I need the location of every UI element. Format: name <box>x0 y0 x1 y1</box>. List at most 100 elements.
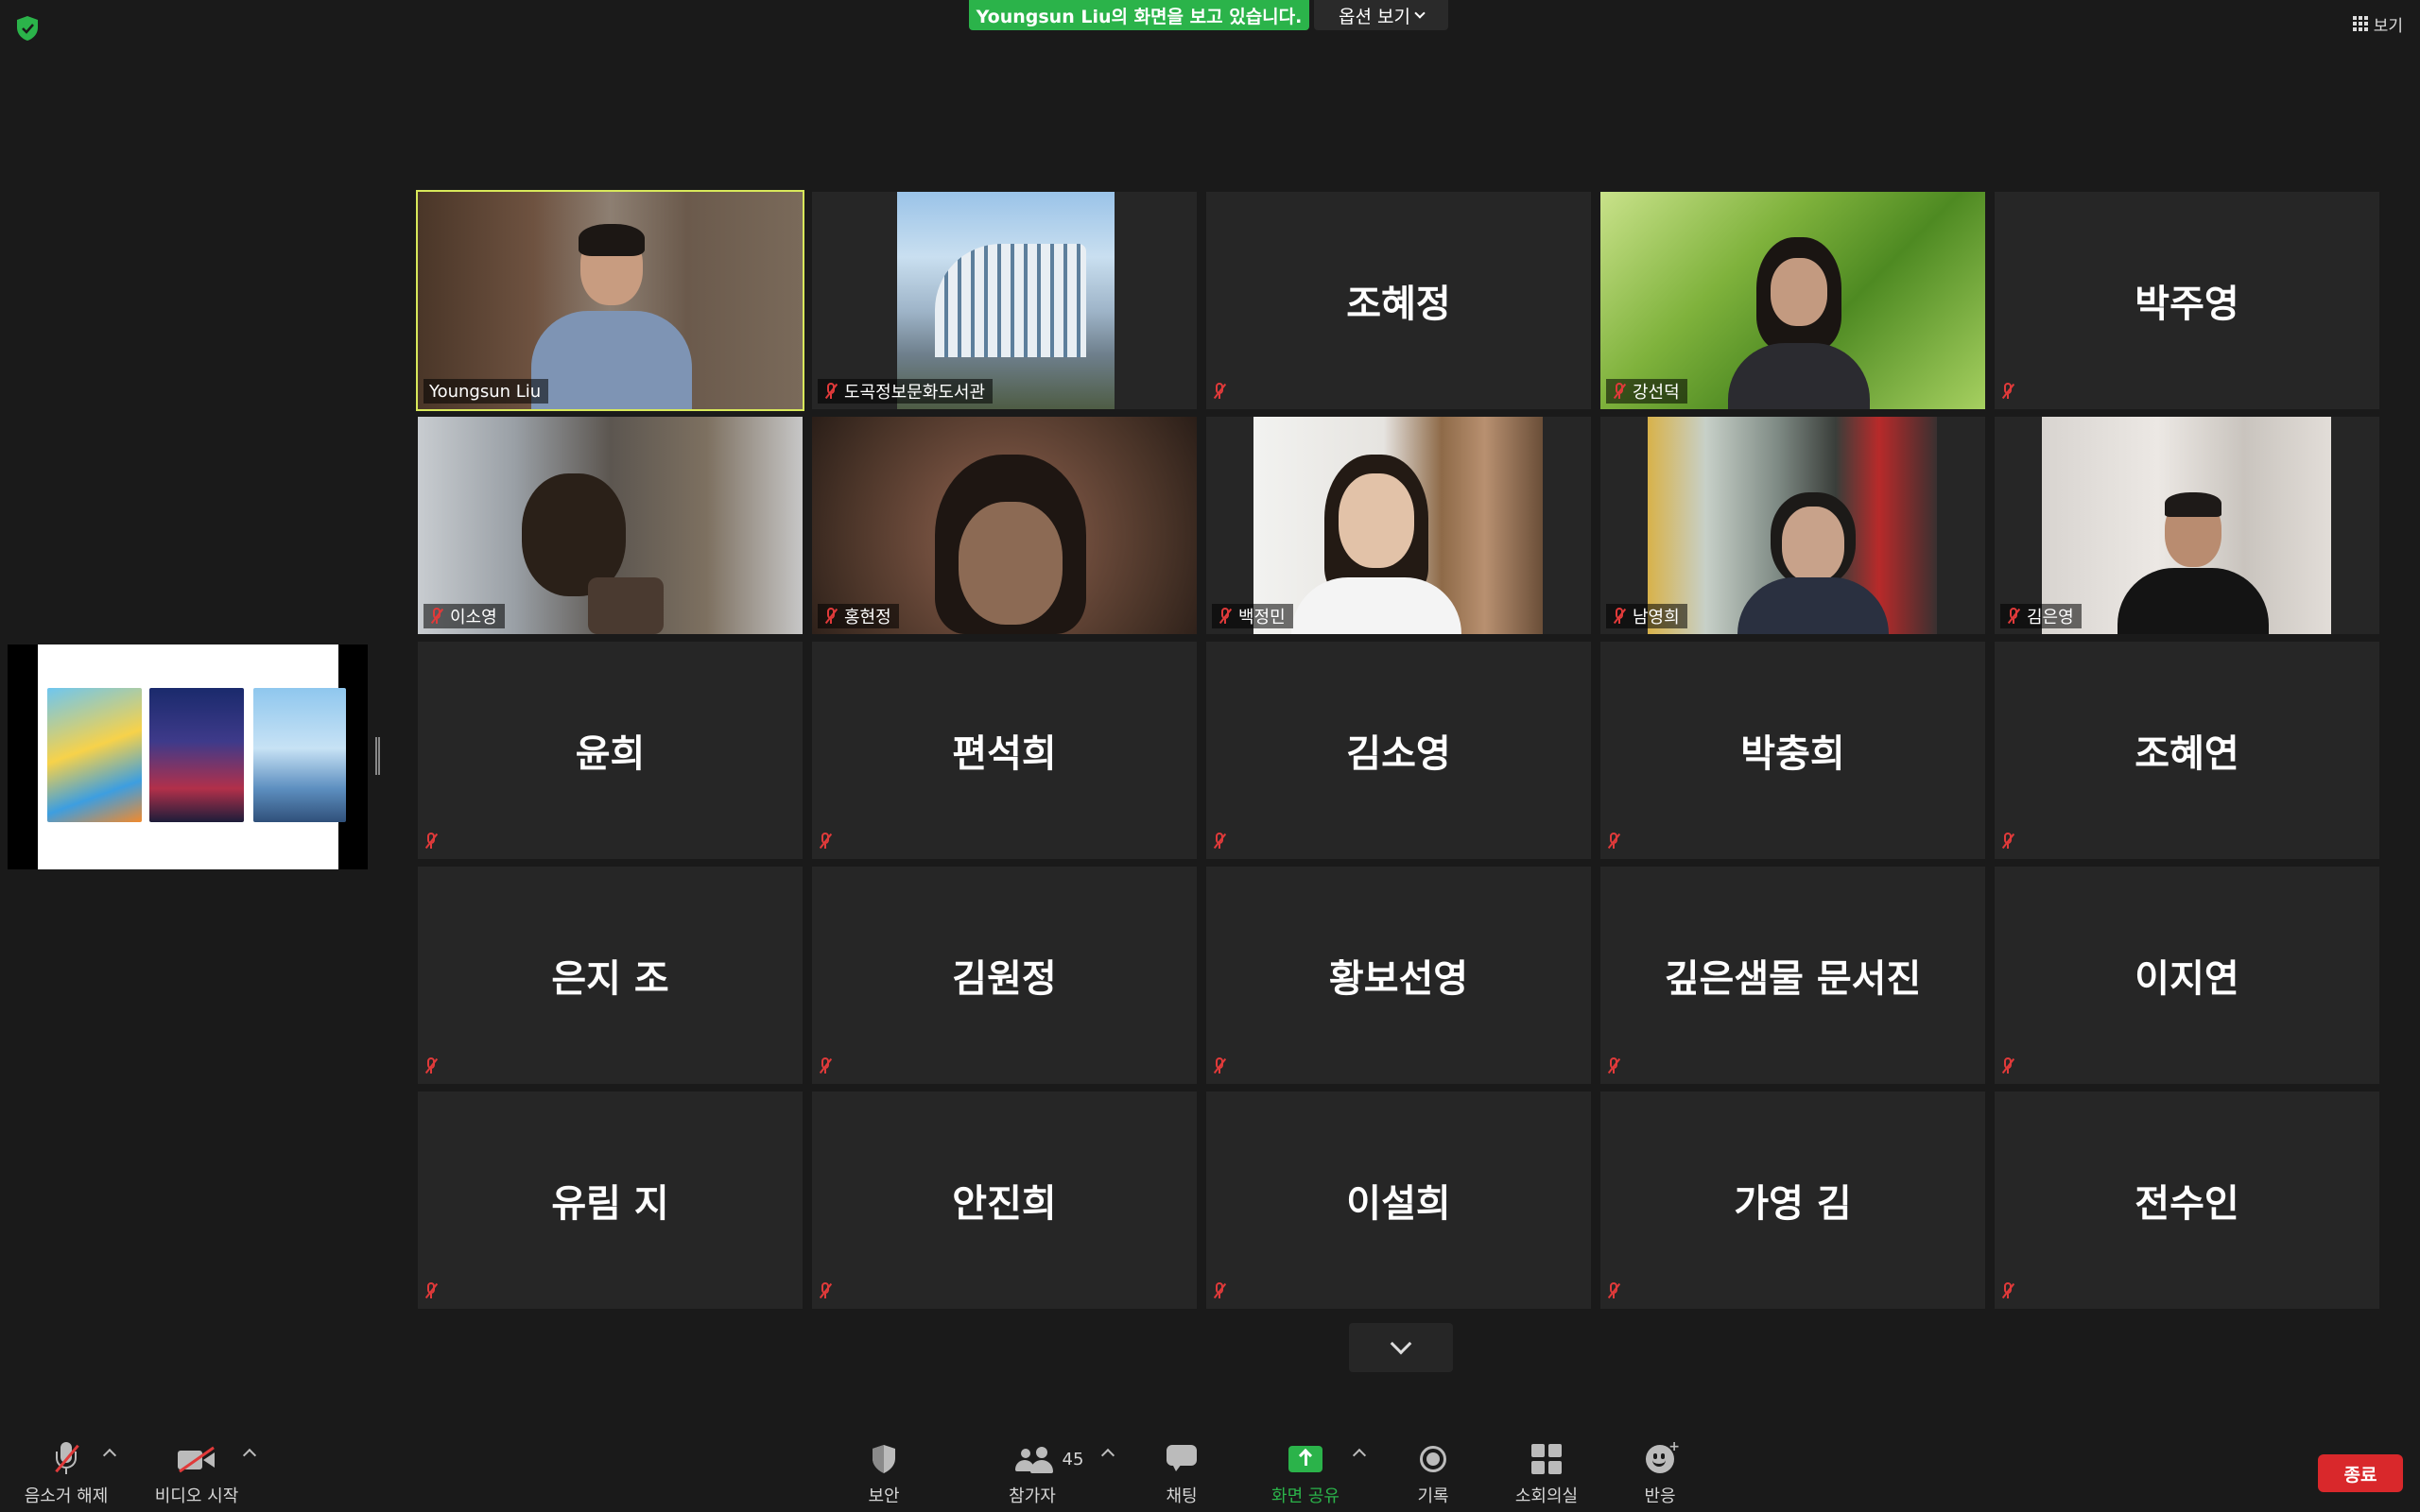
participant-display-name: 김소영 <box>1346 732 1451 776</box>
shared-slide <box>38 644 346 869</box>
participant-tile[interactable]: 조혜연 <box>1995 642 2379 859</box>
participant-tile[interactable]: 백정민 <box>1206 417 1591 634</box>
muted-mic-icon <box>424 833 439 850</box>
muted-mic-icon <box>1212 1282 1227 1299</box>
security-label: 보안 <box>868 1486 900 1506</box>
reaction-emoji-icon: + <box>1646 1439 1680 1473</box>
muted-mic-icon <box>424 1057 439 1074</box>
participant-video <box>1600 192 1985 409</box>
participant-tile[interactable]: 김은영 <box>1995 417 2379 634</box>
participant-name: 도곡정보문화도서관 <box>844 383 986 403</box>
participant-display-name: 편석희 <box>952 732 1057 776</box>
participant-status <box>424 1054 439 1078</box>
breakout-rooms-label: 소회의실 <box>1514 1486 1579 1506</box>
muted-mic-icon <box>1606 1282 1621 1299</box>
participant-tile[interactable]: 깊은샘물 문서진 <box>1600 867 1985 1084</box>
share-screen-icon <box>1288 1446 1322 1472</box>
participant-status <box>818 1279 833 1303</box>
zoom-meeting-window: Youngsun Liu의 화면을 보고 있습니다. 옵션 보기 보기 Youn… <box>0 0 2420 1512</box>
share-screen-button[interactable]: 화면 공유 <box>1262 1422 1349 1512</box>
participant-tile[interactable]: 편석희 <box>812 642 1197 859</box>
participants-button[interactable]: 45 참가자 <box>993 1422 1106 1512</box>
chat-button[interactable]: 채팅 <box>1144 1422 1219 1512</box>
participant-tile[interactable]: 이설희 <box>1206 1091 1591 1309</box>
breakout-rooms-button[interactable]: 소회의실 <box>1503 1422 1590 1512</box>
muted-mic-icon <box>823 383 838 400</box>
participant-status <box>2000 1279 2015 1303</box>
participant-name-label: 이소영 <box>424 604 505 628</box>
participant-status <box>424 1279 439 1303</box>
meeting-toolbar: 음소거 해제 비디오 시작 보안 45 참가자 채팅 화면 공유 기록 소회의실… <box>0 1422 2420 1512</box>
participant-status <box>1606 829 1621 853</box>
view-layout-button[interactable]: 보기 <box>2352 11 2403 36</box>
reactions-label: 반응 <box>1644 1486 1676 1506</box>
record-label: 기록 <box>1417 1486 1449 1506</box>
video-options-caret-icon[interactable] <box>242 1448 257 1463</box>
participant-video <box>418 417 803 634</box>
participant-tile[interactable]: 조혜정 <box>1206 192 1591 409</box>
participant-name-label: 남영희 <box>1606 604 1687 628</box>
chat-bubble-icon <box>1167 1445 1197 1473</box>
participant-tile[interactable]: 홍현정 <box>812 417 1197 634</box>
reactions-button[interactable]: + 반응 <box>1622 1422 1698 1512</box>
participant-tile[interactable]: 이소영 <box>418 417 803 634</box>
participant-tile[interactable]: 은지 조 <box>418 867 803 1084</box>
start-video-button[interactable]: 비디오 시작 <box>149 1422 244 1512</box>
muted-mic-icon <box>818 1057 833 1074</box>
participant-video <box>418 192 803 409</box>
participant-tile[interactable]: 가영 김 <box>1600 1091 1985 1309</box>
participant-name-label: Youngsun Liu <box>424 379 549 404</box>
participant-tile[interactable]: 전수인 <box>1995 1091 2379 1309</box>
participant-name-label: 백정민 <box>1212 604 1293 628</box>
participant-video <box>2042 417 2331 634</box>
participant-display-name: 이지연 <box>2135 957 2239 1001</box>
participant-tile[interactable]: Youngsun Liu <box>416 190 804 411</box>
muted-mic-icon <box>818 833 833 850</box>
participant-tile[interactable]: 박주영 <box>1995 192 2379 409</box>
participant-tile[interactable]: 남영희 <box>1600 417 1985 634</box>
view-options-button[interactable]: 옵션 보기 <box>1314 0 1448 30</box>
participant-tile[interactable]: 김소영 <box>1206 642 1591 859</box>
gallery-next-page-button[interactable] <box>1349 1323 1453 1372</box>
participant-display-name: 박주영 <box>2135 283 2239 326</box>
participant-tile[interactable]: 안진희 <box>812 1091 1197 1309</box>
muted-mic-icon <box>429 608 444 625</box>
participant-tile[interactable]: 황보선영 <box>1206 867 1591 1084</box>
movie-poster-image <box>253 688 346 822</box>
encryption-shield-icon[interactable] <box>15 15 40 42</box>
end-meeting-button[interactable]: 종료 <box>2318 1454 2403 1492</box>
participant-status <box>818 829 833 853</box>
movie-poster-image <box>47 688 142 822</box>
chevron-down-icon <box>1414 8 1426 19</box>
muted-mic-icon <box>1606 1057 1621 1074</box>
participant-status <box>2000 1054 2015 1078</box>
participant-display-name: 전수인 <box>2135 1182 2239 1226</box>
muted-mic-icon <box>2000 383 2015 400</box>
record-button[interactable]: 기록 <box>1395 1422 1471 1512</box>
security-button[interactable]: 보안 <box>846 1422 922 1512</box>
participant-tile[interactable]: 도곡정보문화도서관 <box>812 192 1197 409</box>
participant-video <box>1648 417 1937 634</box>
participant-tile[interactable]: 윤희 <box>418 642 803 859</box>
participant-status <box>1212 829 1227 853</box>
split-resize-handle[interactable] <box>375 737 380 775</box>
chat-label: 채팅 <box>1166 1486 1198 1506</box>
participants-label: 참가자 <box>1009 1486 1056 1506</box>
participant-tile[interactable]: 박충희 <box>1600 642 1985 859</box>
participant-tile[interactable]: 이지연 <box>1995 867 2379 1084</box>
muted-mic-icon <box>1212 1057 1227 1074</box>
unmute-button[interactable]: 음소거 해제 <box>17 1422 115 1512</box>
participant-tile[interactable]: 강선덕 <box>1600 192 1985 409</box>
shared-screen-thumbnail[interactable] <box>8 644 368 869</box>
muted-mic-icon <box>823 608 838 625</box>
participant-tile[interactable]: 김원정 <box>812 867 1197 1084</box>
muted-mic-icon <box>818 1282 833 1299</box>
microphone-muted-icon <box>54 1442 79 1476</box>
share-screen-label: 화면 공유 <box>1271 1486 1340 1506</box>
share-options-caret-icon[interactable] <box>1352 1448 1367 1463</box>
participant-display-name: 윤희 <box>575 732 646 776</box>
security-shield-icon <box>873 1445 895 1473</box>
participant-name-label: 김은영 <box>2000 604 2082 628</box>
viewing-share-banner: Youngsun Liu의 화면을 보고 있습니다. <box>969 0 1309 30</box>
participant-tile[interactable]: 유림 지 <box>418 1091 803 1309</box>
